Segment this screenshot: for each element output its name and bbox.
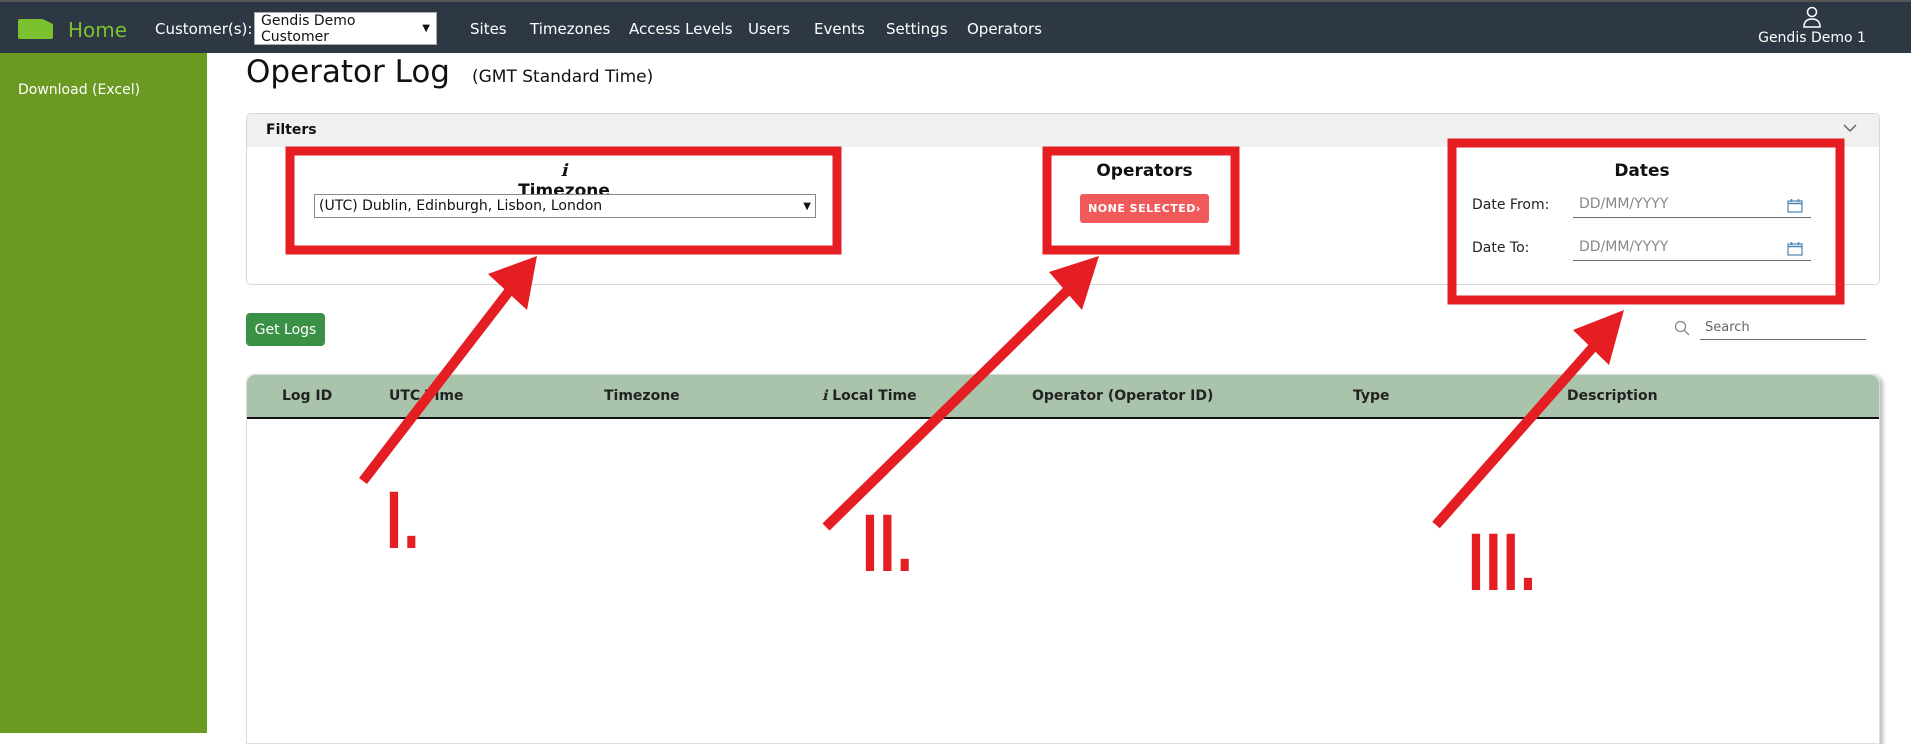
user-menu[interactable]: Gendis Demo 1 [1752, 6, 1872, 46]
filters-header[interactable]: Filters [247, 114, 1879, 147]
info-icon[interactable]: ℹ [822, 388, 827, 404]
annotation-label-1: I. [386, 480, 421, 562]
column-header-type[interactable]: Type [1353, 388, 1390, 404]
column-header-local-time[interactable]: ℹ Local Time [822, 388, 917, 404]
operators-select-button[interactable]: NONE SELECTED› [1080, 194, 1209, 223]
date-from-label: Date From: [1472, 197, 1549, 213]
annotation-arrowhead-3 [1573, 310, 1624, 365]
sidebar: Download (Excel) [0, 53, 207, 733]
timezone-select[interactable]: (UTC) Dublin, Edinburgh, Lisbon, London … [314, 194, 816, 218]
nav-access-levels[interactable]: Access Levels [629, 20, 733, 38]
nav-operators[interactable]: Operators [967, 20, 1042, 38]
annotation-label-2: II. [862, 503, 914, 585]
nav-timezones[interactable]: Timezones [530, 20, 610, 38]
column-header-timezone[interactable]: Timezone [604, 388, 680, 404]
user-icon [1802, 6, 1822, 28]
date-to-input[interactable]: DD/MM/YYYY [1573, 237, 1811, 261]
column-header-operator[interactable]: Operator (Operator ID) [1032, 388, 1213, 404]
operator-log-table: Log ID UTC Time Timezone ℹ Local Time Op… [246, 374, 1880, 744]
column-header-log-id[interactable]: Log ID [282, 388, 332, 404]
operators-section-title: Operators [1080, 161, 1209, 181]
column-header-utc-time[interactable]: UTC Time [389, 388, 464, 404]
annotation-label-3: III. [1468, 522, 1537, 604]
date-from-input[interactable]: DD/MM/YYYY [1573, 194, 1811, 218]
customer-label: Customer(s): [155, 20, 252, 38]
customer-select[interactable]: Gendis Demo Customer ▼ [254, 12, 437, 45]
timezone-selected-value: (UTC) Dublin, Edinburgh, Lisbon, London [319, 198, 602, 214]
date-to-label: Date To: [1472, 240, 1529, 256]
chevron-down-icon: ▼ [803, 201, 811, 212]
page-title: Operator Log [246, 54, 450, 90]
calendar-icon[interactable] [1787, 198, 1803, 213]
page-subtitle: (GMT Standard Time) [472, 67, 653, 87]
user-name: Gendis Demo 1 [1758, 30, 1866, 46]
get-logs-button[interactable]: Get Logs [246, 313, 325, 346]
search-icon [1674, 320, 1690, 336]
chevron-down-icon: ▼ [422, 23, 430, 34]
column-header-description[interactable]: Description [1567, 388, 1658, 404]
table-header: Log ID UTC Time Timezone ℹ Local Time Op… [247, 375, 1879, 419]
top-navbar: Home Customer(s): Gendis Demo Customer ▼… [0, 0, 1911, 53]
nav-sites[interactable]: Sites [470, 20, 507, 38]
customer-selected-value: Gendis Demo Customer [261, 13, 422, 45]
home-link[interactable]: Home [68, 18, 127, 42]
info-icon[interactable]: ℹ [561, 161, 567, 181]
chevron-down-icon[interactable] [1843, 123, 1857, 133]
filters-title: Filters [266, 122, 317, 138]
nav-users[interactable]: Users [748, 20, 790, 38]
folder-logo-icon[interactable] [18, 19, 53, 39]
nav-events[interactable]: Events [814, 20, 865, 38]
calendar-icon[interactable] [1787, 241, 1803, 256]
nav-settings[interactable]: Settings [886, 20, 948, 38]
search-input[interactable]: Search [1700, 318, 1866, 340]
dates-section-title: Dates [1592, 161, 1692, 181]
download-excel-link[interactable]: Download (Excel) [18, 82, 140, 98]
